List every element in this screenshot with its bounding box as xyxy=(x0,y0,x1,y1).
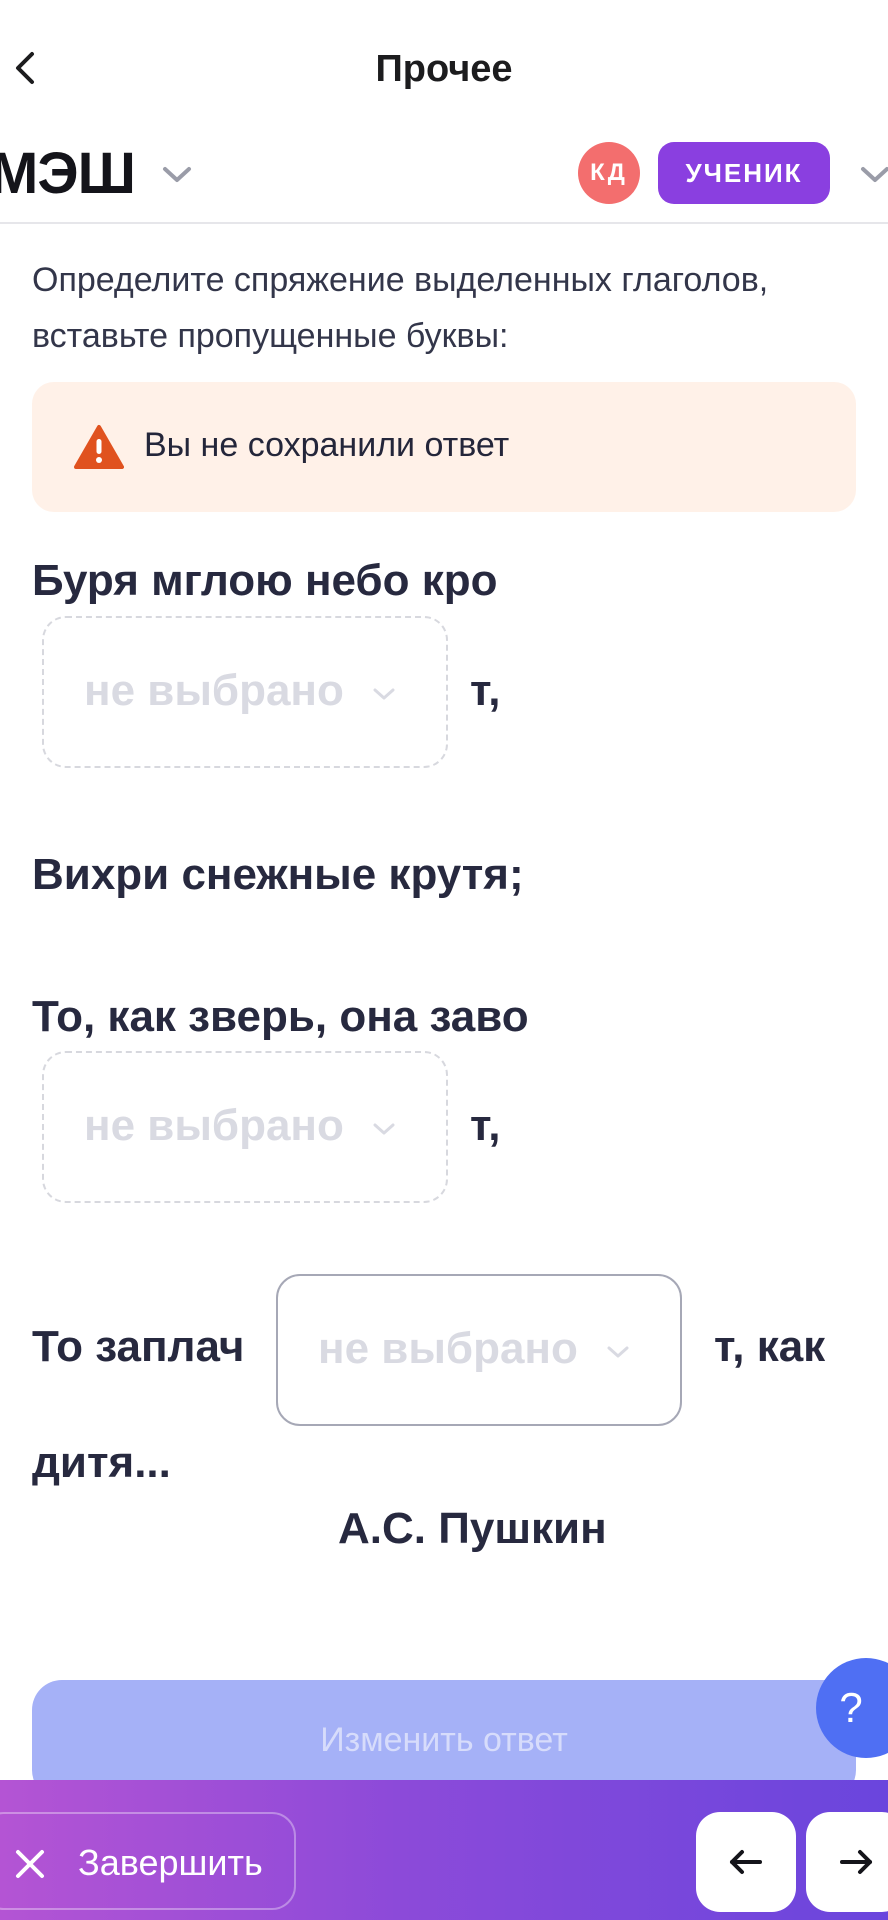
poem-line-4-continued: дитя... xyxy=(32,1438,171,1487)
avatar[interactable]: КД xyxy=(578,142,640,204)
next-button[interactable] xyxy=(806,1812,888,1912)
poem-line-4: То заплач xyxy=(32,1322,245,1371)
poem-line-4-ending: т, как xyxy=(714,1322,826,1371)
arrow-left-icon xyxy=(730,1850,762,1874)
answer-select-3[interactable]: не выбрано xyxy=(276,1274,682,1426)
poem-line-3: То, как зверь, она заво xyxy=(32,992,529,1041)
chevron-down-icon xyxy=(373,1123,395,1135)
profile-chevron-down-icon[interactable] xyxy=(858,160,888,188)
select-value: не выбрано xyxy=(318,1324,578,1373)
poem-line-1-ending: т, xyxy=(470,666,501,715)
chevron-down-icon xyxy=(607,1346,629,1358)
poem-line-2: Вихри снежные крутя; xyxy=(32,850,524,899)
task-instruction: Определите спряжение выделенных глаголов… xyxy=(32,261,769,355)
answer-select-1[interactable]: не выбрано xyxy=(42,616,448,768)
mesh-logo[interactable]: МЭШ xyxy=(0,140,136,207)
select-value: не выбрано xyxy=(84,1101,344,1150)
answer-select-2[interactable]: не выбрано xyxy=(42,1051,448,1203)
close-icon xyxy=(16,1850,44,1878)
poem-line-1: Буря мглою небо кро xyxy=(32,556,498,605)
arrow-right-icon xyxy=(840,1850,872,1874)
bottom-bar: Завершить xyxy=(0,1780,888,1920)
poem-line-3-ending: т, xyxy=(470,1101,501,1150)
prev-button[interactable] xyxy=(696,1812,796,1912)
select-value: не выбрано xyxy=(84,666,344,715)
app-header: МЭШ КД УЧЕНИК xyxy=(0,130,888,224)
chevron-down-icon[interactable] xyxy=(160,160,194,188)
finish-label: Завершить xyxy=(78,1842,263,1883)
poem-author: А.С. Пушкин xyxy=(338,1504,607,1553)
warning-icon xyxy=(74,425,124,469)
role-badge[interactable]: УЧЕНИК xyxy=(658,142,830,204)
finish-button[interactable]: Завершить xyxy=(0,1812,296,1910)
unsaved-alert: Вы не сохранили ответ xyxy=(32,382,856,512)
alert-text: Вы не сохранили ответ xyxy=(144,426,510,464)
top-nav: Прочее xyxy=(0,0,888,130)
page-title: Прочее xyxy=(375,48,513,90)
chevron-down-icon xyxy=(373,688,395,700)
